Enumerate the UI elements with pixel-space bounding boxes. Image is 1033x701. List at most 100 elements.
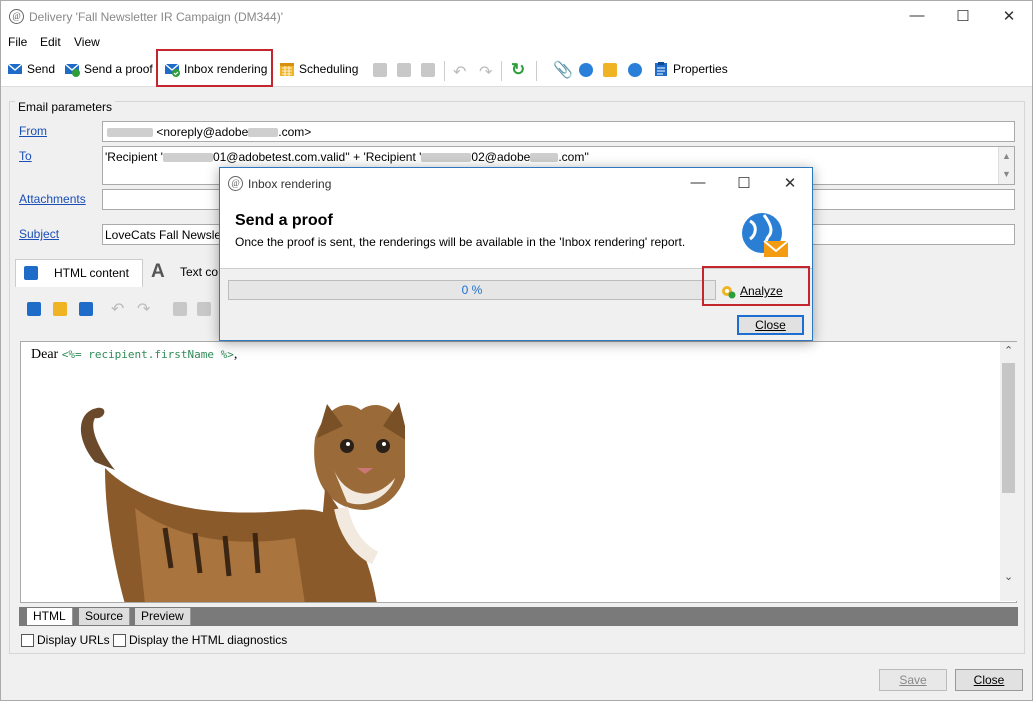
scroll-down-icon[interactable]: ⌄ xyxy=(1004,570,1013,583)
properties-label: Properties xyxy=(673,62,728,76)
dialog-close-label: Close xyxy=(755,318,786,332)
from-link[interactable]: From xyxy=(19,124,47,138)
checkbox-box[interactable] xyxy=(21,633,34,647)
calendar-icon xyxy=(280,63,294,76)
cut-icon[interactable] xyxy=(197,302,211,316)
window-title: Delivery 'Fall Newsletter IR Campaign (D… xyxy=(29,10,283,24)
to-link[interactable]: To xyxy=(19,149,32,163)
display-urls-checkbox[interactable]: Display URLs xyxy=(21,633,110,647)
html-content-icon xyxy=(24,266,38,280)
html-diagnostics-checkbox[interactable]: Display the HTML diagnostics xyxy=(113,633,287,647)
editor-text: Dear <%= recipient.firstName %>, xyxy=(31,347,237,363)
delivery-window: @ Delivery 'Fall Newsletter IR Campaign … xyxy=(0,0,1033,701)
scroll-up-icon[interactable]: ⌃ xyxy=(1004,344,1013,357)
send-proof-label: Send a proof xyxy=(84,62,153,76)
toolbar-divider xyxy=(444,61,445,81)
to-value-part: 02@adobe xyxy=(471,150,531,164)
save-icon[interactable] xyxy=(79,302,93,316)
close-label: Close xyxy=(973,673,1005,687)
personalization-field: <%= recipient.firstName %> xyxy=(61,348,234,361)
app-logo-icon: @ xyxy=(9,9,24,24)
minimize-button[interactable]: — xyxy=(907,7,927,24)
tab-source[interactable]: Source xyxy=(79,608,131,625)
toolbar-divider xyxy=(501,61,502,81)
email-parameters-label: Email parameters xyxy=(15,100,116,114)
dialog-title-bar: @ Inbox rendering — ☐ ✕ xyxy=(220,168,812,199)
paste-icon[interactable] xyxy=(421,63,435,77)
to-scrollbar[interactable]: ▲ ▼ xyxy=(998,147,1014,184)
refresh-icon[interactable]: ↻ xyxy=(511,60,525,80)
envelope-icon xyxy=(7,63,23,74)
close-button[interactable]: Close xyxy=(955,669,1023,691)
undo-icon[interactable]: ↶ xyxy=(111,299,124,319)
subject-value: LoveCats Fall Newslet xyxy=(105,228,225,242)
from-field[interactable]: <noreply@adobe .com> xyxy=(102,121,1015,142)
redacted-text xyxy=(530,153,559,163)
tab-preview[interactable]: Preview xyxy=(135,608,191,625)
send-label: Send xyxy=(27,62,56,76)
send-proof-button[interactable]: Send a proof xyxy=(64,61,153,77)
main-toolbar: Send Send a proof Inbox rendering Schedu… xyxy=(1,49,1032,87)
to-value-part: .com'' xyxy=(558,150,589,164)
redo-icon[interactable]: ↷ xyxy=(479,62,492,82)
menu-edit[interactable]: Edit xyxy=(40,35,61,49)
title-bar: @ Delivery 'Fall Newsletter IR Campaign … xyxy=(1,1,1032,33)
undo-icon[interactable]: ↶ xyxy=(453,62,466,82)
scheduling-button[interactable]: Scheduling xyxy=(279,61,358,77)
dialog-description: Once the proof is sent, the renderings w… xyxy=(235,235,686,249)
progress-bar: 0 % xyxy=(228,280,716,300)
greeting-comma: , xyxy=(233,347,238,362)
maximize-button[interactable]: ☐ xyxy=(953,7,973,25)
html-diagnostics-label: Display the HTML diagnostics xyxy=(129,633,288,647)
send-button[interactable]: Send xyxy=(7,61,55,77)
tab-html-content[interactable]: HTML content xyxy=(15,259,143,287)
tab-text-label: Text co xyxy=(180,265,219,279)
cut-icon[interactable] xyxy=(397,63,411,77)
cat-image xyxy=(80,402,405,602)
dialog-maximize-button[interactable]: ☐ xyxy=(734,174,754,192)
redo-icon[interactable]: ↷ xyxy=(137,299,150,319)
inbox-rendering-dialog: @ Inbox rendering — ☐ ✕ Send a proof Onc… xyxy=(219,167,813,341)
display-urls-label: Display URLs xyxy=(37,633,110,647)
link-icon[interactable] xyxy=(579,63,593,77)
dialog-heading: Send a proof xyxy=(235,212,333,229)
menu-file[interactable]: File xyxy=(8,35,27,49)
copy-icon[interactable] xyxy=(173,302,187,316)
audit-icon[interactable] xyxy=(628,63,642,77)
properties-button[interactable]: Properties xyxy=(653,61,728,77)
tab-html[interactable]: HTML xyxy=(27,608,73,625)
redacted-text xyxy=(248,128,279,138)
from-suffix: .com> xyxy=(278,125,312,139)
scrollbar-thumb[interactable] xyxy=(1002,363,1015,493)
envelope-check-icon xyxy=(64,63,80,77)
scheduling-label: Scheduling xyxy=(299,62,359,76)
attachment-icon[interactable]: 📎 xyxy=(553,60,573,80)
dialog-title: Inbox rendering xyxy=(248,177,332,191)
greeting-text: Dear xyxy=(31,347,62,362)
save-button[interactable]: Save xyxy=(879,669,947,691)
app-logo-icon: @ xyxy=(228,176,243,191)
highlight-box xyxy=(156,49,273,87)
dialog-close-button[interactable]: Close xyxy=(737,315,804,335)
tab-html-label: HTML content xyxy=(54,266,129,280)
menu-view[interactable]: View xyxy=(74,35,100,49)
redacted-text xyxy=(107,128,153,138)
copy-icon[interactable] xyxy=(373,63,387,77)
close-window-button[interactable]: ✕ xyxy=(999,7,1019,25)
html-editor[interactable]: Dear <%= recipient.firstName %>, xyxy=(20,341,1017,603)
subject-link[interactable]: Subject xyxy=(19,227,59,241)
clipboard-icon xyxy=(655,62,667,76)
checkbox-box[interactable] xyxy=(113,633,126,647)
dialog-minimize-button[interactable]: — xyxy=(688,174,708,191)
to-value-part: 'Recipient ' xyxy=(105,150,163,164)
attachments-link[interactable]: Attachments xyxy=(19,192,86,206)
progress-text: 0 % xyxy=(461,283,483,297)
view-tabs: HTML Source Preview xyxy=(19,607,1018,626)
gift-icon[interactable] xyxy=(603,63,617,77)
dialog-close-icon[interactable]: ✕ xyxy=(780,174,800,192)
open-folder-icon[interactable] xyxy=(53,302,67,316)
highlight-box xyxy=(702,266,810,306)
tab-text-content[interactable]: A Text co xyxy=(145,259,225,287)
redacted-text xyxy=(421,153,472,163)
new-document-icon[interactable] xyxy=(27,302,41,316)
